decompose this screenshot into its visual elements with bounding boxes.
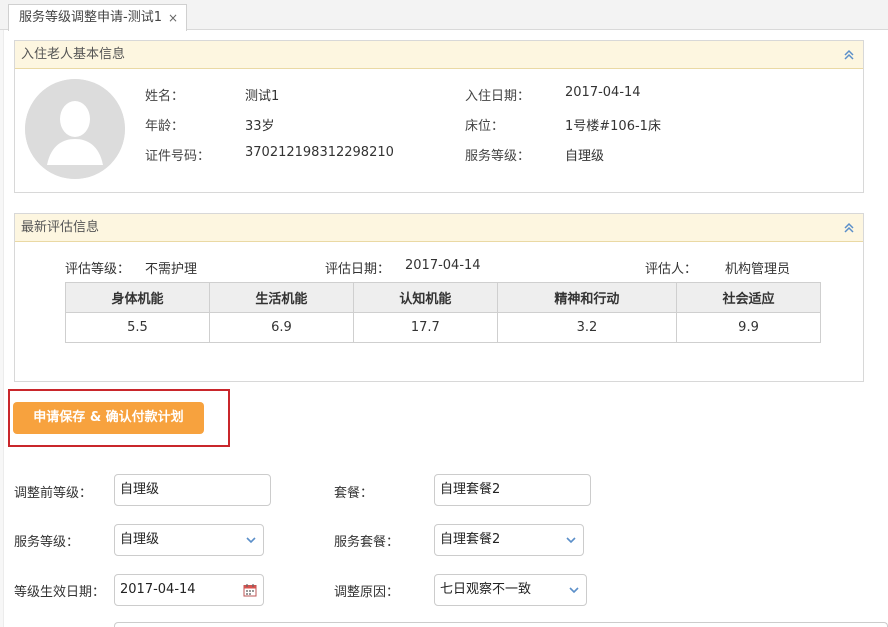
- assessment-scores-table: 身体机能 生活机能 认知机能 精神和行动 社会适应 5.5 6.9 17.7 3…: [65, 282, 821, 343]
- service-level-label: 服务等级：: [465, 149, 531, 164]
- user-silhouette-icon: [25, 79, 125, 179]
- service-level-selected: 自理级: [120, 532, 160, 547]
- close-icon[interactable]: ×: [168, 5, 178, 31]
- id-row: 证件号码：: [145, 145, 210, 164]
- reason-selected: 七日观察不一致: [440, 582, 532, 597]
- assessor-label: 评估人：: [645, 262, 698, 277]
- service-level-row: 服务等级：: [465, 145, 530, 164]
- service-level-label: 服务等级：: [14, 535, 80, 550]
- tab-service-level-adjustment[interactable]: 服务等级调整申请-测试1 ×: [8, 4, 188, 31]
- bed-row: 床位：: [465, 115, 504, 134]
- left-edge: [0, 30, 4, 627]
- service-package-label: 服务套餐：: [334, 535, 400, 550]
- column-header: 精神和行动: [496, 282, 678, 313]
- id-number-label: 证件号码：: [145, 149, 211, 164]
- score-cell: 6.9: [208, 312, 354, 343]
- assessment-date-value: 2017-04-14: [405, 258, 481, 273]
- age-value: 33岁: [245, 119, 275, 134]
- assessor: 评估人：: [645, 258, 697, 277]
- effective-date-input[interactable]: 2017-04-14: [114, 574, 264, 606]
- reason-select[interactable]: 七日观察不一致: [434, 574, 587, 606]
- chevron-down-icon: [246, 537, 256, 544]
- remarks-field-partial[interactable]: [114, 622, 888, 627]
- checkin-row: 入住日期：: [465, 85, 530, 104]
- name-label: 姓名：: [145, 89, 185, 104]
- assessment-panel: 最新评估信息 评估等级： 不需护理 评估日期： 2017-04-14 评估人： …: [14, 213, 864, 382]
- score-cell: 5.5: [65, 312, 210, 343]
- tab-strip: 服务等级调整申请-测试1 ×: [0, 0, 888, 31]
- double-chevron-up-icon[interactable]: [843, 49, 855, 61]
- panel-title: 最新评估信息: [21, 220, 100, 235]
- age-value-row: 33岁: [245, 115, 275, 134]
- assessor-value: 机构管理员: [725, 262, 791, 277]
- service-package-select[interactable]: 自理套餐2: [434, 524, 584, 556]
- assessment-date: 评估日期：: [325, 258, 390, 277]
- checkin-value: 2017-04-14: [565, 85, 641, 100]
- prev-level-label: 调整前等级：: [14, 486, 93, 501]
- assessment-level: 评估等级：: [65, 258, 130, 277]
- age-row: 年龄：: [145, 115, 184, 134]
- service-package-selected: 自理套餐2: [440, 532, 501, 547]
- tab-title: 服务等级调整申请-测试1: [19, 10, 162, 25]
- score-cell: 17.7: [352, 312, 498, 343]
- checkin-label: 入住日期：: [465, 89, 531, 104]
- panel-title: 入住老人基本信息: [21, 47, 126, 62]
- prev-level-input[interactable]: 自理级: [114, 474, 271, 506]
- service-level-select[interactable]: 自理级: [114, 524, 264, 556]
- reason-label: 调整原因：: [334, 585, 400, 600]
- id-number-value: 370212198312298210: [245, 145, 394, 160]
- package-value: 自理套餐2: [440, 482, 501, 497]
- column-header: 生活机能: [208, 282, 354, 313]
- effective-date-value: 2017-04-14: [120, 582, 196, 597]
- chevron-down-icon: [566, 537, 576, 544]
- prev-level-value: 自理级: [120, 482, 160, 497]
- avatar: [25, 79, 125, 179]
- effective-date-label: 等级生效日期：: [14, 585, 106, 600]
- age-label: 年龄：: [145, 119, 185, 134]
- assessor-val: 机构管理员: [725, 258, 790, 277]
- assessment-level-val: 不需护理: [145, 258, 197, 277]
- calendar-icon[interactable]: [243, 583, 257, 597]
- name-value: 测试1: [245, 89, 280, 104]
- resident-info-header: 入住老人基本信息: [15, 41, 863, 69]
- assessment-date-label: 评估日期：: [325, 262, 391, 277]
- save-and-confirm-payment-button[interactable]: 申请保存 & 确认付款计划: [13, 402, 204, 434]
- assessment-header: 最新评估信息: [15, 214, 863, 242]
- table-header-row: 身体机能 生活机能 认知机能 精神和行动 社会适应: [65, 282, 821, 313]
- table-row: 5.5 6.9 17.7 3.2 9.9: [65, 312, 821, 343]
- column-header: 身体机能: [65, 282, 210, 313]
- package-label: 套餐：: [334, 486, 374, 501]
- name-value-row: 测试1: [245, 85, 279, 104]
- service-level-value: 自理级: [565, 149, 605, 164]
- column-header: 社会适应: [676, 282, 821, 313]
- service-level-value-row: 自理级: [565, 145, 604, 164]
- assessment-level-value: 不需护理: [145, 262, 198, 277]
- name-row: 姓名：: [145, 85, 184, 104]
- assessment-level-label: 评估等级：: [65, 262, 131, 277]
- checkin-value-row: 2017-04-14: [565, 85, 641, 100]
- chevron-down-icon: [569, 587, 579, 594]
- resident-info-panel: 入住老人基本信息 姓名： 测试1 入住日期： 2017-04-14 年龄： 33…: [14, 40, 864, 193]
- package-input[interactable]: 自理套餐2: [434, 474, 591, 506]
- bed-value-row: 1号楼#106-1床: [565, 115, 661, 134]
- score-cell: 9.9: [676, 312, 821, 343]
- score-cell: 3.2: [496, 312, 678, 343]
- column-header: 认知机能: [352, 282, 498, 313]
- assessment-date-val: 2017-04-14: [405, 258, 481, 273]
- double-chevron-up-icon[interactable]: [843, 222, 855, 234]
- bed-label: 床位：: [465, 119, 505, 134]
- id-value-row: 370212198312298210: [245, 145, 394, 160]
- bed-value: 1号楼#106-1床: [565, 119, 661, 134]
